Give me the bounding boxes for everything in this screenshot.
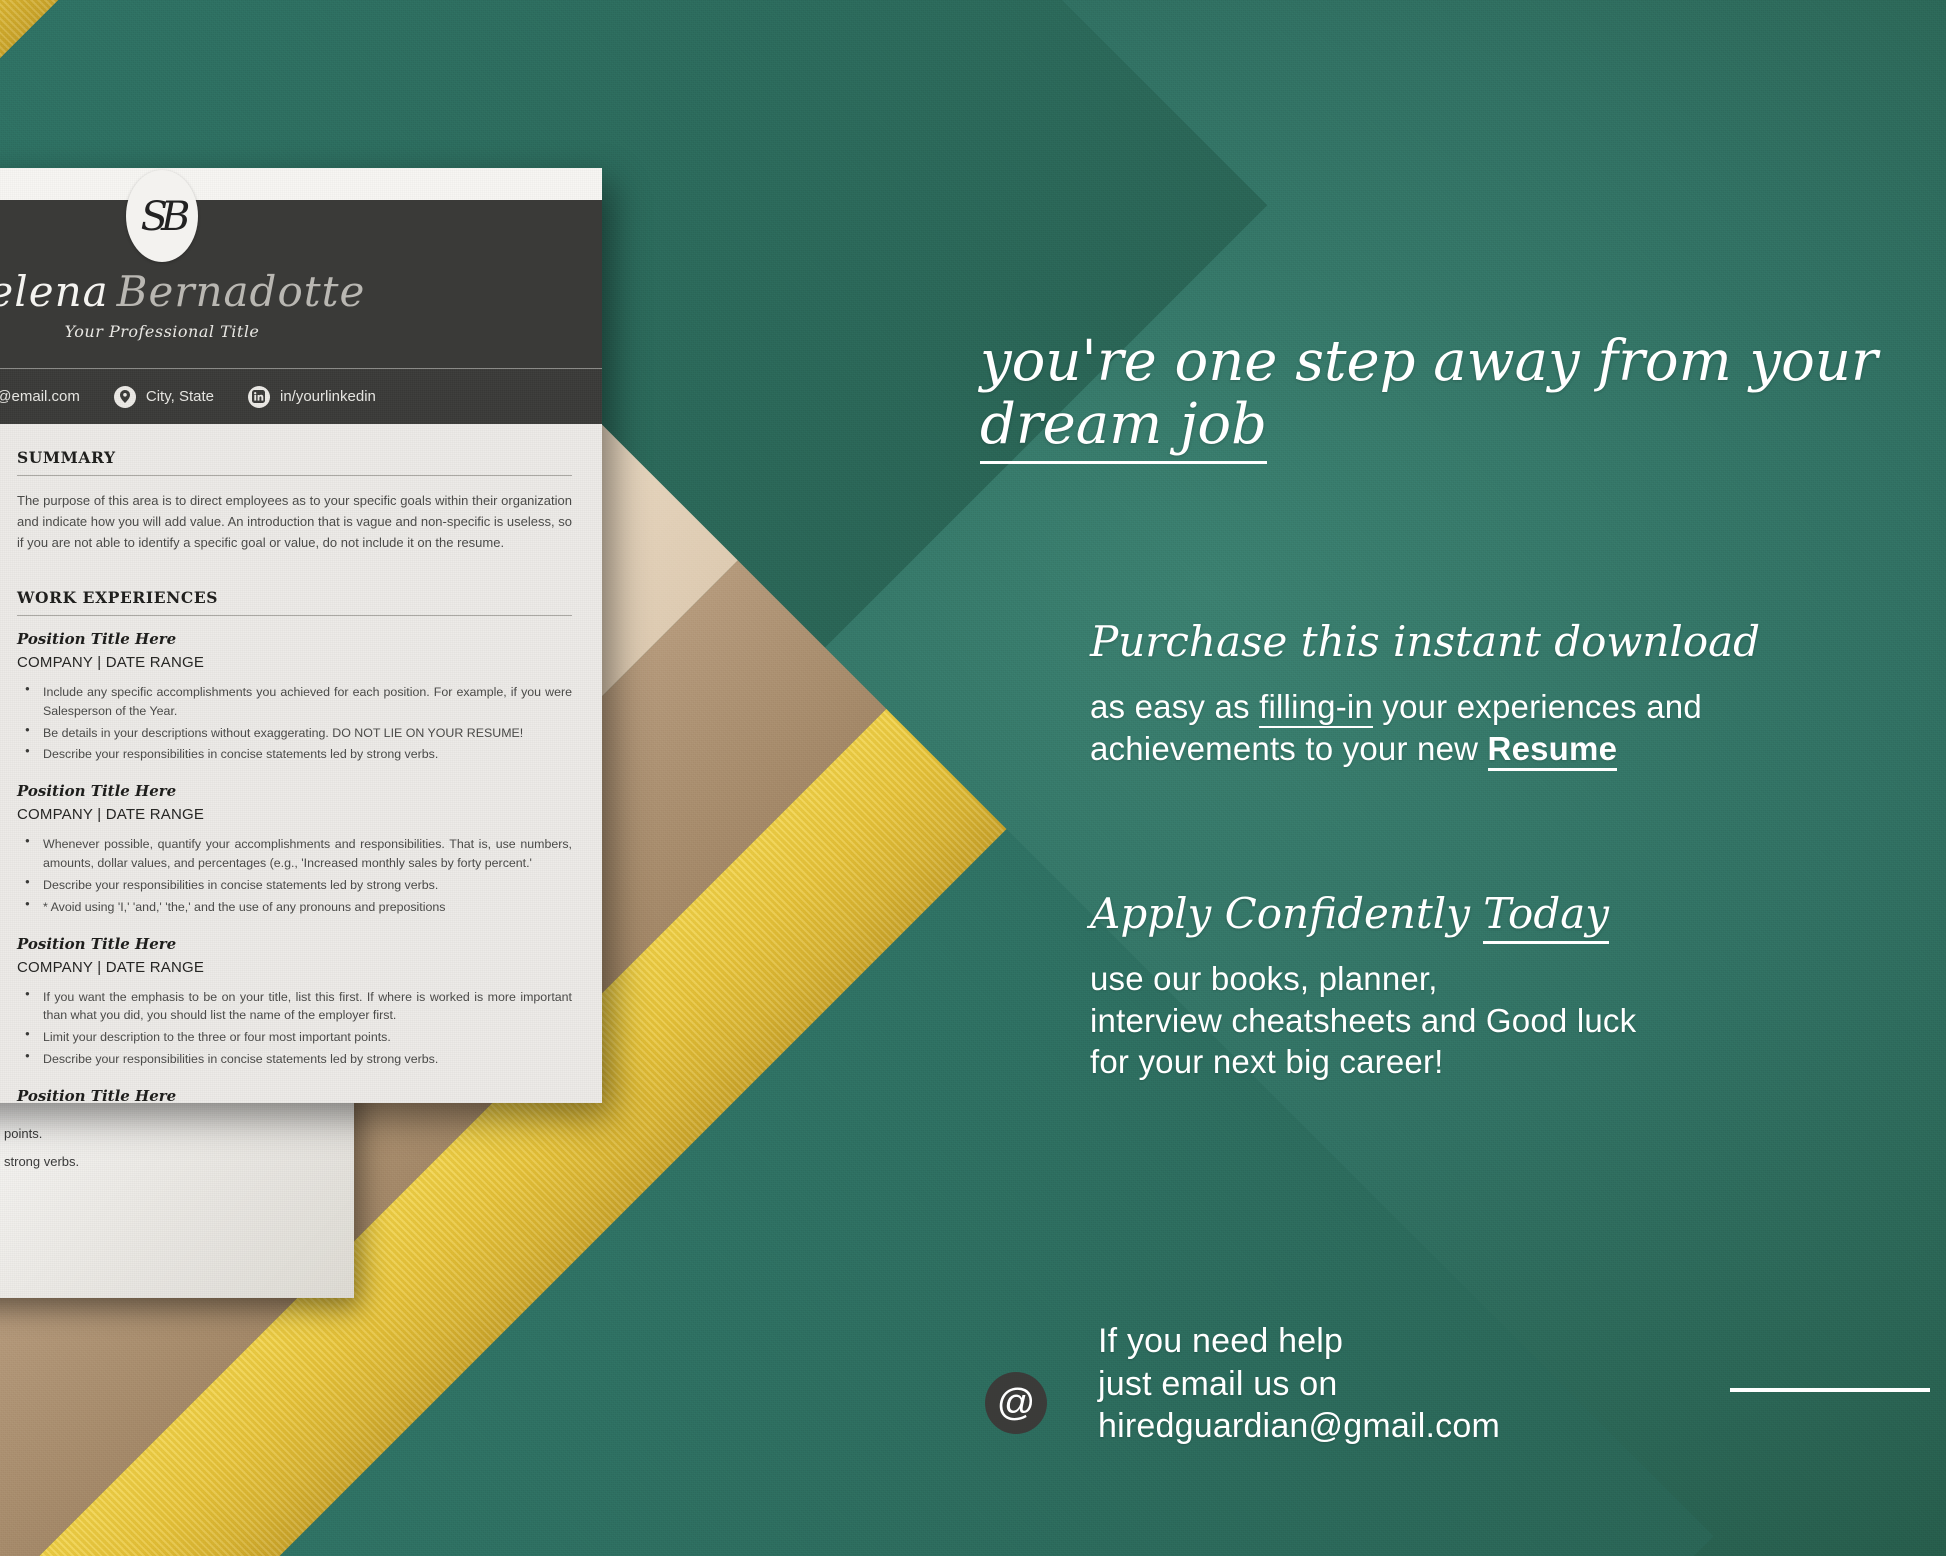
list-item: Whenever possible, quantify your accompl… [25,835,572,873]
support-line-2: just email us on [1098,1364,1338,1403]
headline-line-2: dream job [980,392,1267,465]
apply-body: use our books, planner, interview cheats… [1090,960,1637,1081]
marketing-block-apply: Apply Confidently Today use our books, p… [1090,889,1890,1083]
resume-right-column: SUMMARY The purpose of this area is to d… [0,424,602,1103]
monogram-initials: SB [140,194,191,240]
resume-name: SelenaBernadotte [0,200,602,314]
support-contact[interactable]: If you need help just email us on hiredgua… [1098,1320,1500,1448]
work-experiences-heading: WORK EXPERIENCES [17,587,219,607]
purchase-body: as easy as filling-in your experiences a… [1090,686,1850,771]
poster-canvas: points. strong verbs. SB SelenaBernadott… [0,0,1946,1556]
list-item: Be details in your descriptions without … [25,724,572,743]
map-pin-icon [113,385,136,408]
at-sign-icon: @ [985,1372,1047,1434]
purchase-body-resume: Resume [1487,729,1618,771]
footer-divider [1730,1388,1930,1392]
job-title: Position Title Here [17,934,177,953]
contact-email: youremailname@email.com [0,386,80,408]
support-line-1: If you need help [1098,1322,1344,1360]
back-page-snippet: strong verbs. [4,1154,80,1169]
purchase-body-underline: filling-in [1259,688,1373,729]
list-item: Limit your description to the three or f… [25,1028,572,1047]
job-bullets: Whenever possible, quantify your accompl… [17,835,572,916]
summary-text: The purpose of this area is to direct em… [17,493,572,551]
work-experience-entry: Position Title Here COMPANY | DATE RANGE… [17,935,572,1069]
contact-email-text: youremailname@email.com [0,388,80,405]
divider [17,475,572,477]
back-page-snippet: points. [4,1126,43,1141]
list-item: Describe your responsibilities in concis… [25,1050,572,1069]
contact-location-text: City, State [145,388,214,405]
resume-contact-bar: 333.333.3333 youremailname@email.com Cit… [0,368,602,424]
work-experience-entry: Position Title Here COMPANY | DATE RANGE… [17,782,572,916]
support-email: hiredguardian@gmail.com [1098,1407,1500,1445]
headline-line-1: you're one step away from your [980,329,1878,394]
job-company: COMPANY | DATE RANGE [17,806,205,824]
summary-heading: SUMMARY [17,448,116,467]
job-bullets: Include any specific accomplishments you… [17,683,572,764]
contact-linkedin-text: in/yourlinkedin [279,388,376,405]
marketing-headline: you're one step away from your dream job [980,329,1910,465]
list-item: Include any specific accomplishments you… [25,683,572,721]
resume-preview-page[interactable]: SB SelenaBernadotte Your Professional Ti… [0,168,602,1103]
purchase-body-pre: as easy as [1090,688,1260,726]
list-item: * Avoid using 'I,' 'and,' 'the,' and the… [25,898,572,917]
job-bullets: If you want the emphasis to be on your t… [17,988,572,1069]
resume-top-margin [0,168,602,200]
list-item: Describe your responsibilities in concis… [25,745,572,764]
job-title: Position Title Here [17,629,177,648]
work-experience-entry: Position Title Here COMPANY | DATE RANGE… [17,1087,572,1103]
monogram-badge: SB [126,170,198,262]
resume-last-name: Bernadotte [116,267,366,316]
divider [17,614,572,616]
resume-body: EXPERTISE Complex Problem Solving Coordi… [0,424,602,1103]
list-item: If you want the emphasis to be on your t… [25,988,572,1026]
list-item: Describe your responsibilities in concis… [25,876,572,895]
resume-first-name: Selena [0,267,109,316]
job-title: Position Title Here [17,782,177,801]
job-company: COMPANY | DATE RANGE [17,958,205,976]
linkedin-icon [247,385,270,408]
resume-professional-title: Your Professional Title [64,322,260,342]
apply-title: Apply Confidently Today [1090,889,1890,944]
purchase-title: Purchase this instant download [1090,617,1761,666]
job-title: Position Title Here [17,1087,177,1103]
work-experience-entry: Position Title Here COMPANY | DATE RANGE… [17,630,572,764]
resume-header: SB SelenaBernadotte Your Professional Ti… [0,170,602,368]
contact-linkedin: in/yourlinkedin [247,385,376,408]
contact-location: City, State [113,385,214,408]
apply-title-pre: Apply Confidently [1090,889,1484,938]
job-company: COMPANY | DATE RANGE [17,653,205,671]
apply-title-underline: Today [1483,889,1609,944]
marketing-block-purchase: Purchase this instant download as easy a… [1090,617,1850,771]
